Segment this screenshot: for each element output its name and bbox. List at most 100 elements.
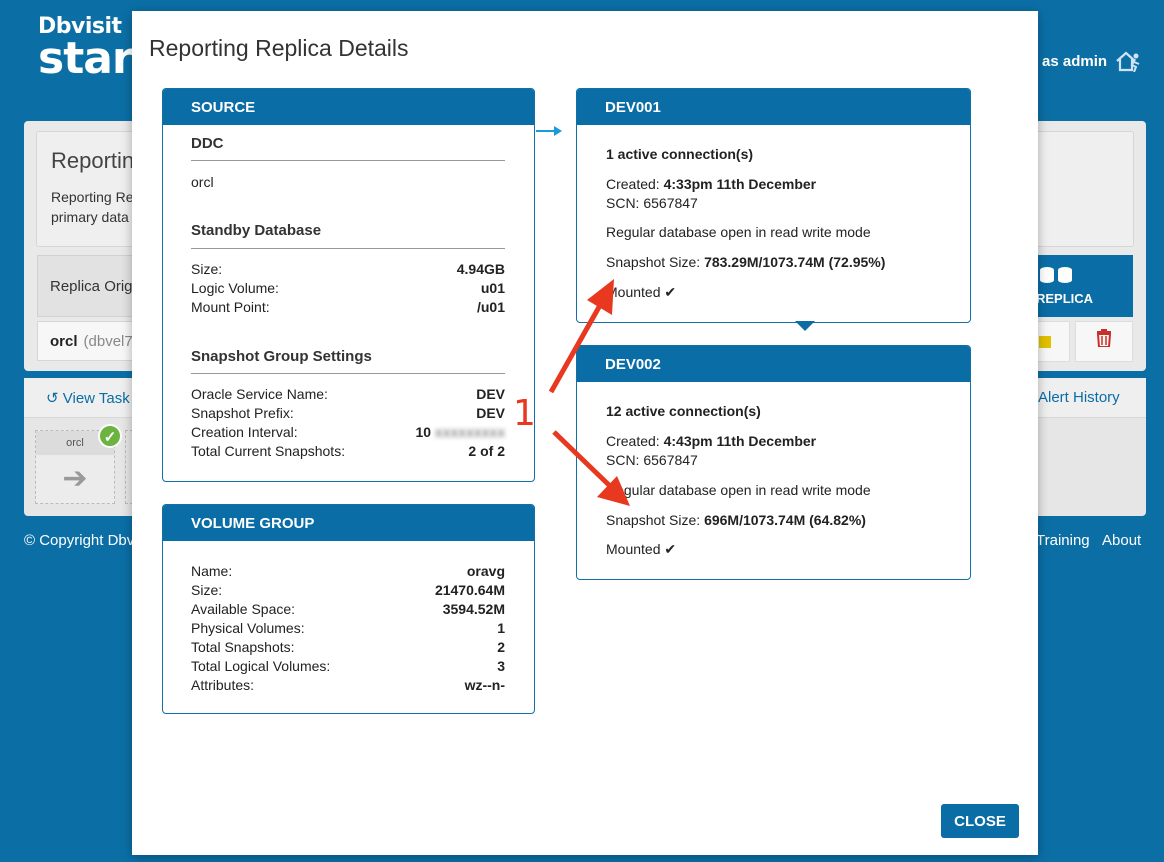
dev001-scn: SCN: 6567847 (606, 195, 698, 211)
divider (191, 248, 505, 249)
app-logo: Dbvisit star (38, 14, 134, 84)
row-key: Mount Point: (191, 299, 270, 315)
row-value: u01 (480, 280, 505, 296)
row-key: Physical Volumes: (191, 620, 305, 636)
row-key: Total Snapshots: (191, 639, 295, 655)
dev001-mounted: Mounted ✔ (606, 284, 676, 301)
replica-button-label: REPLICA (1036, 291, 1094, 306)
row-value: /u01 (476, 299, 505, 315)
vg-row: Available Space: 3594.52M (191, 600, 505, 619)
snapshot-settings: Oracle Service Name: DEV Snapshot Prefix:… (191, 385, 505, 461)
dev001-panel: DEV001 1 active connection(s) Created: 4… (576, 88, 971, 323)
row-value: 3594.52M (442, 601, 505, 617)
mounted-label: Mounted (606, 284, 661, 300)
row-key: Name: (191, 563, 233, 579)
ddc-value: orcl (191, 174, 214, 190)
row-key: Total Logical Volumes: (191, 658, 331, 674)
vg-row: Total Snapshots: 2 (191, 638, 505, 657)
replica-details-modal: Reporting Replica Details SOURCE DDC orc… (132, 11, 1038, 855)
row-value: 2 (497, 639, 505, 655)
row-value: DEV (476, 386, 505, 402)
vg-row: Total Logical Volumes: 3 (191, 657, 505, 676)
created-value: 4:43pm 11th December (663, 433, 817, 449)
ddc-title: DDC (191, 135, 224, 152)
arrow-right-icon: ➔ (62, 462, 88, 495)
copyright-text: © Copyright Dbv (24, 532, 135, 549)
row-key: Available Space: (191, 601, 296, 617)
created-label: Created: (606, 176, 660, 192)
training-link[interactable]: Training (1036, 532, 1090, 549)
about-link[interactable]: About (1102, 532, 1141, 549)
snapshot-label: Snapshot Size: (606, 512, 701, 528)
volume-group-details: Name: oravg Size: 21470.64M Available Spac… (191, 562, 505, 695)
row-key: Size: (191, 261, 223, 277)
row-value: DEV (476, 405, 505, 421)
created-value: 4:33pm 11th December (663, 176, 817, 192)
vg-row: Attributes: wz--n- (191, 676, 505, 695)
snapshot-value: 783.29M/1073.74M (72.95%) (704, 254, 886, 270)
dev001-connections: 1 active connection(s) (606, 146, 753, 162)
vg-row: Name: oravg (191, 562, 505, 581)
connections-text: 12 active connection(s) (606, 403, 761, 419)
user-status[interactable]: as admin (1042, 50, 1141, 72)
row-value: 1 (497, 620, 505, 636)
row-value: 2 of 2 (468, 443, 505, 459)
mounted-label: Mounted (606, 541, 661, 557)
check-icon: ✓ (98, 424, 122, 448)
dev002-snapshot-size: Snapshot Size: 696M/1073.74M (64.82%) (606, 512, 866, 528)
row-key: Oracle Service Name: (191, 386, 328, 402)
dev002-mounted: Mounted ✔ (606, 541, 676, 558)
row-key: Creation Interval: (191, 424, 298, 440)
checkmark-icon: ✔ (664, 541, 677, 557)
close-button[interactable]: CLOSE (941, 804, 1019, 838)
standby-mount-row: Mount Point: /u01 (191, 298, 505, 317)
alert-history-link[interactable]: Alert History (1038, 389, 1120, 406)
source-panel: SOURCE DDC orcl Standby Database Size: 4.… (162, 88, 535, 482)
standby-title: Standby Database (191, 222, 322, 239)
row-value: 21470.64M (434, 582, 505, 598)
standby-lv-row: Logic Volume: u01 (191, 279, 505, 298)
annotation-number: 1 (513, 393, 536, 434)
row-value: oravg (466, 563, 505, 579)
snapshot-prefix-row: Snapshot Prefix: DEV (191, 404, 505, 423)
connector-caret (795, 321, 815, 331)
intro-title: Reportin (51, 148, 135, 173)
dev002-mode: Regular database open in read write mode (606, 482, 871, 498)
dev001-snapshot-size: Snapshot Size: 783.29M/1073.74M (72.95%) (606, 254, 885, 270)
creation-interval-row: Creation Interval: 10 xxxxxxxxx (191, 423, 505, 442)
total-snapshots-row: Total Current Snapshots: 2 of 2 (191, 442, 505, 461)
dev001-mode: Regular database open in read write mode (606, 224, 871, 240)
vg-row: Physical Volumes: 1 (191, 619, 505, 638)
checkmark-icon: ✔ (664, 284, 677, 300)
stop-icon (1039, 336, 1051, 348)
logout-icon[interactable] (1115, 50, 1141, 72)
created-label: Created: (606, 433, 660, 449)
snapshot-value: 696M/1073.74M (64.82%) (704, 512, 866, 528)
snapshot-label: Snapshot Size: (606, 254, 701, 270)
database-icon (1038, 265, 1078, 290)
divider (191, 160, 505, 161)
row-value: 4.94GB (456, 261, 505, 277)
service-name-row: Oracle Service Name: DEV (191, 385, 505, 404)
row-key: Logic Volume: (191, 280, 279, 296)
view-tasks-link[interactable]: ↺ View Task (46, 389, 130, 407)
row-value: 10 xxxxxxxxx (415, 423, 505, 442)
row-key: Size: (191, 582, 223, 598)
logo-line2: star (38, 33, 134, 84)
orcl-host: (dbvel7 (83, 333, 133, 350)
dev001-created: Created: 4:33pm 11th December (606, 176, 816, 192)
dev002-header: DEV002 (577, 346, 970, 382)
interval-number: 10 (415, 424, 432, 440)
vg-row: Size: 21470.64M (191, 581, 505, 600)
delete-button[interactable] (1075, 321, 1133, 362)
source-header: SOURCE (163, 89, 534, 125)
volume-group-header: VOLUME GROUP (163, 505, 534, 541)
connections-text: 1 active connection(s) (606, 146, 754, 162)
trash-icon (1096, 329, 1112, 348)
standby-details: Size: 4.94GB Logic Volume: u01 Mount Point… (191, 260, 505, 317)
history-icon: ↺ (46, 390, 59, 407)
dev001-header: DEV001 (577, 89, 970, 125)
divider (191, 373, 505, 374)
redacted-text: xxxxxxxxx (434, 424, 505, 440)
dev002-panel: DEV002 12 active connection(s) Created: … (576, 345, 971, 580)
